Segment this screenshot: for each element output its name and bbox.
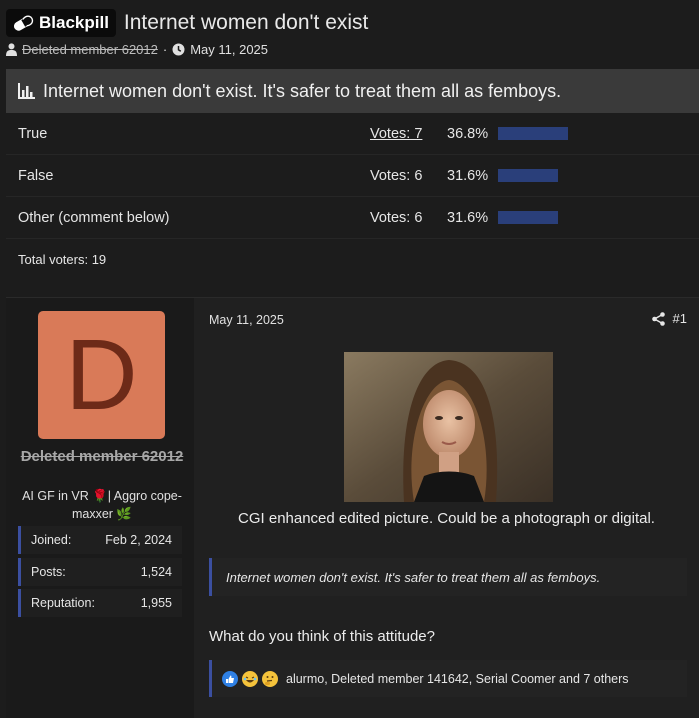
post-question: What do you think of this attitude? bbox=[209, 628, 435, 645]
post-image[interactable] bbox=[344, 352, 553, 502]
post-message: May 11, 2025 #1 CGI enhanced edited pict… bbox=[194, 298, 699, 718]
post-date[interactable]: May 11, 2025 bbox=[209, 313, 284, 327]
reactions-bar[interactable]: alurmo, Deleted member 141642, Serial Co… bbox=[209, 660, 687, 697]
poll-option: True Votes: 7 36.8% bbox=[6, 113, 699, 155]
stat-value: Feb 2, 2024 bbox=[105, 533, 172, 547]
laughing-icon bbox=[242, 670, 258, 687]
stat-label: Posts: bbox=[31, 565, 66, 579]
share-icon[interactable] bbox=[651, 311, 665, 326]
post: D Deleted member 62012 AI GF in VR 🌹| Ag… bbox=[6, 297, 699, 718]
reactions-text[interactable]: alurmo, Deleted member 141642, Serial Co… bbox=[286, 672, 629, 686]
post-number[interactable]: #1 bbox=[673, 311, 687, 326]
stat-label: Joined: bbox=[31, 533, 72, 547]
thread-header: Blackpill Internet women don't exist bbox=[6, 8, 699, 38]
post-caption: CGI enhanced edited picture. Could be a … bbox=[238, 510, 655, 527]
poll: Internet women don't exist. It's safer t… bbox=[6, 69, 699, 279]
poll-votes: Votes: 6 bbox=[370, 167, 423, 184]
poll-option-label: False bbox=[18, 167, 54, 184]
clock-icon bbox=[172, 43, 185, 56]
prefix-badge[interactable]: Blackpill bbox=[6, 9, 116, 37]
poll-percent: 36.8% bbox=[447, 125, 489, 142]
user-stat-reputation: Reputation: 1,955 bbox=[18, 589, 182, 617]
poll-bar bbox=[498, 127, 568, 140]
poll-percent: 31.6% bbox=[447, 167, 489, 184]
thread-meta: Deleted member 62012 · May 11, 2025 bbox=[6, 42, 268, 57]
poll-header: Internet women don't exist. It's safer t… bbox=[6, 69, 699, 113]
poll-question: Internet women don't exist. It's safer t… bbox=[43, 80, 562, 101]
post-actions: #1 bbox=[651, 311, 687, 326]
avatar[interactable]: D bbox=[38, 311, 165, 439]
user-icon bbox=[6, 43, 17, 56]
post-quote: Internet women don't exist. It's safer t… bbox=[209, 558, 687, 596]
thinking-icon bbox=[262, 670, 278, 687]
user-title: AI GF in VR 🌹| Aggro cope-maxxer 🌿 bbox=[22, 489, 182, 521]
poll-total-voters: Total voters: 19 bbox=[18, 251, 107, 267]
thread-title: Internet women don't exist bbox=[123, 11, 369, 34]
user-stat-joined: Joined: Feb 2, 2024 bbox=[18, 526, 182, 554]
stat-value: 1,955 bbox=[140, 596, 172, 610]
meta-separator: · bbox=[162, 42, 168, 57]
poll-option-label: True bbox=[18, 125, 48, 142]
prefix-label: Blackpill bbox=[39, 13, 109, 32]
thread-author[interactable]: Deleted member 62012 bbox=[22, 42, 158, 57]
poll-bar bbox=[498, 211, 558, 224]
thumbs-up-icon bbox=[222, 670, 238, 687]
blackpill-icon bbox=[13, 15, 34, 31]
bar-chart-icon bbox=[18, 83, 35, 99]
poll-percent: 31.6% bbox=[447, 209, 489, 226]
poll-option: Other (comment below) Votes: 6 31.6% bbox=[6, 197, 699, 239]
stat-value: 1,524 bbox=[140, 565, 172, 579]
poll-option: False Votes: 6 31.6% bbox=[6, 155, 699, 197]
poll-option-label: Other (comment below) bbox=[18, 209, 170, 226]
thread-date[interactable]: May 11, 2025 bbox=[190, 42, 268, 57]
post-user-cell: D Deleted member 62012 AI GF in VR 🌹| Ag… bbox=[6, 298, 194, 718]
user-stat-posts: Posts: 1,524 bbox=[18, 558, 182, 586]
poll-bar bbox=[498, 169, 558, 182]
poll-votes: Votes: 6 bbox=[370, 209, 423, 226]
post-username[interactable]: Deleted member 62012 bbox=[16, 446, 188, 467]
poll-votes-link[interactable]: Votes: 7 bbox=[370, 126, 422, 142]
stat-label: Reputation: bbox=[31, 596, 95, 610]
